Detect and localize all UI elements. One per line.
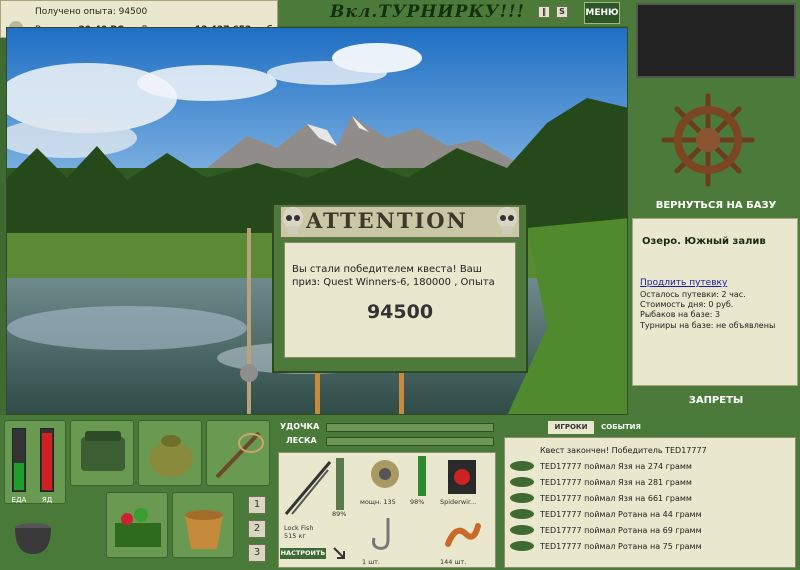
bait-count: 144 шт. <box>440 558 467 566</box>
food-fill <box>14 463 24 490</box>
pause-icon[interactable]: ‖ <box>538 6 550 18</box>
tournaments-status: Турниры на базе: не объявлены <box>640 321 776 330</box>
dialog-body <box>284 242 516 358</box>
poison-fill <box>42 433 52 490</box>
rod-bar <box>326 423 494 432</box>
log-header: Квест закончен! Победитель TED17777 <box>540 446 707 455</box>
dialog-title: ATTENTION <box>306 208 468 233</box>
fish-icon <box>510 461 534 471</box>
ship-wheel-icon[interactable] <box>660 92 756 188</box>
line-name: Spiderwir... <box>440 498 477 506</box>
s-button[interactable]: S <box>556 6 568 18</box>
rod-name: Lock Fish <box>284 524 314 532</box>
pot-icon[interactable] <box>10 514 56 560</box>
tab-events[interactable]: СОБЫТИЯ <box>598 421 644 434</box>
skull-icon <box>282 206 304 236</box>
bucket-slot[interactable] <box>172 492 234 558</box>
log-row: TED17777 поймал Язя на 281 грамм <box>540 478 692 487</box>
rod-condition-bar <box>336 458 344 510</box>
arrow-down-right-icon <box>332 546 346 560</box>
sack-slot[interactable] <box>138 420 202 486</box>
poison-label: ЯД <box>41 496 53 504</box>
line-bar <box>326 437 494 446</box>
skull-icon <box>496 206 518 236</box>
day-cost: Стоимость дня: 0 руб. <box>640 300 734 309</box>
rod-icon[interactable] <box>282 458 334 518</box>
food-label: ЕДА <box>11 496 27 504</box>
rod-percent: 89% <box>332 510 347 518</box>
rod-weight: 515 кг <box>284 532 306 540</box>
slot-1-button[interactable]: 1 <box>248 496 266 514</box>
tab-players[interactable]: ИГРОКИ <box>548 421 594 434</box>
line-spool-icon[interactable] <box>446 458 478 496</box>
fish-icon <box>510 525 534 535</box>
log-row: TED17777 поймал Ротана на 75 грамм <box>540 542 702 551</box>
log-row: TED17777 поймал Язя на 274 грамм <box>540 462 692 471</box>
poison-bar <box>40 428 54 492</box>
extend-pass-link[interactable]: Продлить путевку <box>640 278 727 288</box>
pass-remaining: Осталось путевки: 2 час. <box>640 290 746 299</box>
return-to-base-button[interactable]: ВЕРНУТЬСЯ НА БАЗУ <box>636 196 796 216</box>
reel-text: мощн. 135 <box>360 498 396 506</box>
log-row: TED17777 поймал Ротана на 44 грамм <box>540 510 702 519</box>
reel-percent: 98% <box>410 498 425 506</box>
fish-icon <box>510 541 534 551</box>
map-placeholder <box>636 3 796 78</box>
line-label: ЛЕСКА <box>286 436 317 445</box>
hook-count: 1 шт. <box>362 558 381 566</box>
menu-button[interactable]: МЕНЮ <box>584 2 620 24</box>
fish-icon <box>510 509 534 519</box>
fishers-count: Рыбаков на базе: 3 <box>640 310 720 319</box>
slot-3-button[interactable]: 3 <box>248 544 266 562</box>
log-row: TED17777 поймал Ротана на 69 грамм <box>540 526 702 535</box>
bait-worm-icon[interactable] <box>442 514 482 554</box>
net-slot[interactable] <box>206 420 270 486</box>
basket-slot[interactable] <box>106 492 168 558</box>
location-title: Озеро. Южный залив <box>642 236 766 247</box>
tournament-title[interactable]: Вкл.ТУРНИРКУ!!! <box>330 2 525 22</box>
hook-icon[interactable] <box>364 514 404 554</box>
fish-icon <box>510 477 534 487</box>
exp-text: Получено опыта: 94500 <box>35 7 148 17</box>
slot-2-button[interactable]: 2 <box>248 520 266 538</box>
food-bar <box>12 428 26 492</box>
dialog-value: 94500 <box>366 301 434 323</box>
bans-button[interactable]: ЗАПРЕТЫ <box>636 392 796 410</box>
reel-icon[interactable] <box>360 456 410 492</box>
fish-icon <box>510 493 534 503</box>
dialog-message: Вы стали победителем квеста! Ваш приз: Q… <box>292 264 495 288</box>
setup-button[interactable]: НАСТРОИТЬ <box>280 548 326 559</box>
bag-slot[interactable] <box>70 420 134 486</box>
rod-label: УДОЧКА <box>280 422 320 431</box>
log-row: TED17777 поймал Язя на 661 грамм <box>540 494 692 503</box>
reel-condition-bar <box>418 456 426 496</box>
